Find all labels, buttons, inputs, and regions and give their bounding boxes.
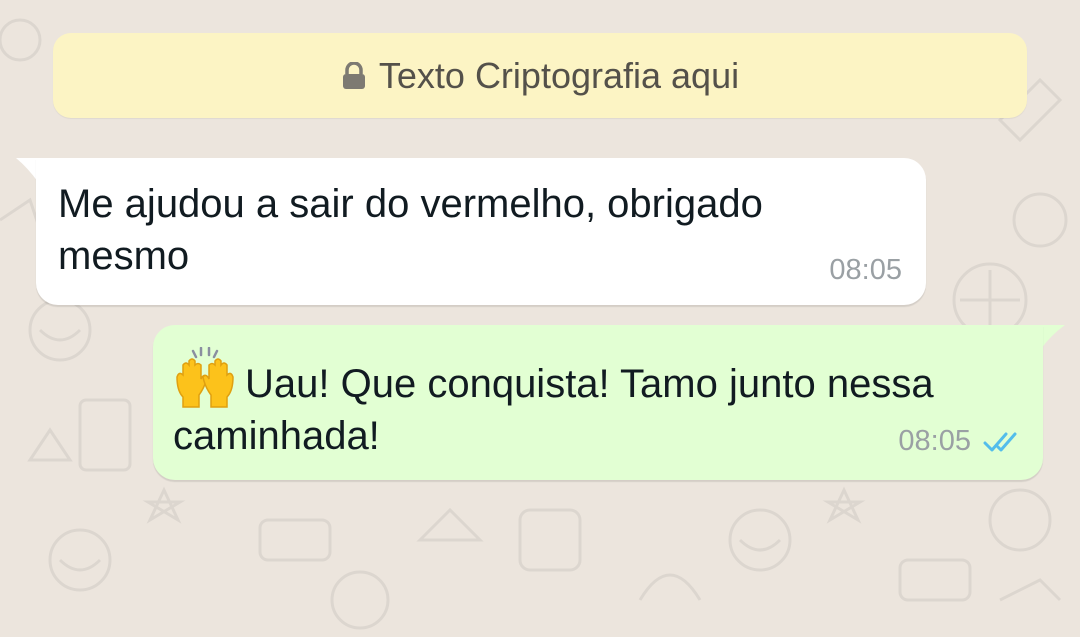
message-meta: 08:05 [829, 254, 902, 287]
raising-hands-emoji-icon [176, 347, 234, 408]
lock-icon [342, 61, 365, 89]
message-bubble-outgoing[interactable]: Uau! Que conquista! Tamo junto nessa cam… [153, 325, 1043, 480]
outgoing-bubble-tail [1041, 325, 1065, 349]
message-time: 08:05 [829, 254, 902, 286]
double-check-icon [983, 432, 1017, 451]
message-bubble-incoming[interactable]: Me ajudou a sair do vermelho, obrigado m… [36, 158, 926, 305]
encryption-notice[interactable]: Texto Criptografia aqui [53, 33, 1027, 118]
encryption-notice-text: Texto Criptografia aqui [378, 54, 740, 96]
incoming-bubble-tail [16, 158, 38, 182]
message-text: Me ajudou a sair do vermelho, obrigado m… [58, 182, 763, 278]
message-text: Uau! Que conquista! Tamo junto nessa cam… [173, 362, 934, 458]
message-content: Uau! Que conquista! Tamo junto nessa cam… [173, 347, 1003, 462]
message-meta: 08:05 [898, 425, 1023, 458]
message-time: 08:05 [898, 425, 971, 457]
